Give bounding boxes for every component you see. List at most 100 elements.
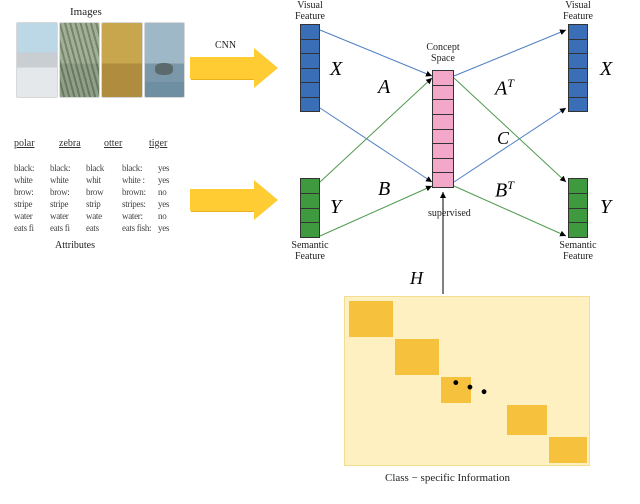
attribute-cell: no: [158, 210, 194, 222]
feature-cell: [568, 222, 588, 238]
class-name: otter: [104, 138, 149, 149]
attributes-heading: Attributes: [55, 240, 95, 251]
cnn-label: CNN: [215, 40, 236, 51]
feature-cell: [300, 82, 320, 98]
symbol-X: X: [600, 58, 612, 81]
attribute-cell: eats fi: [50, 222, 86, 234]
attribute-cell: black:: [50, 162, 86, 174]
attribute-cell: stripe: [14, 198, 50, 210]
symbol-Y: Y: [330, 196, 341, 219]
attribute-cell: stripe: [50, 198, 86, 210]
class-specific-label: Class − specific Information: [385, 472, 510, 484]
feature-cell: [300, 222, 320, 238]
feature-cell: [300, 24, 320, 40]
semantic-arrow: [190, 180, 278, 220]
semantic-feature-stack-right: [568, 178, 588, 238]
supervised-label: supervised: [428, 208, 471, 219]
feature-cell: [568, 82, 588, 98]
matrix-block: [507, 405, 547, 435]
feature-cell: [568, 39, 588, 55]
semantic-feature-stack-left: [300, 178, 320, 238]
semantic-feature-label: Semantic Feature: [288, 240, 332, 262]
cnn-arrow: [190, 48, 278, 88]
symbol-Y: Y: [600, 196, 611, 219]
attribute-cell: brow: [86, 186, 122, 198]
attribute-cell: brow:: [50, 186, 86, 198]
feature-cell: [300, 178, 320, 194]
attribute-cell: eats fi: [14, 222, 50, 234]
class-name: tiger: [149, 138, 194, 149]
feature-cell: [432, 143, 454, 159]
semantic-feature-label: Semantic Feature: [556, 240, 600, 262]
attribute-table: black:black:blackblack:yeswhitewhitewhit…: [14, 162, 194, 234]
class-name: polar: [14, 138, 59, 149]
symbol-C: C: [497, 128, 509, 149]
feature-cell: [432, 129, 454, 145]
class-name-row: polar zebra otter tiger: [14, 138, 194, 149]
feature-cell: [568, 178, 588, 194]
symbol-H: H: [410, 268, 423, 289]
feature-cell: [432, 172, 454, 188]
attribute-cell: yes: [158, 222, 194, 234]
attribute-cell: eats: [86, 222, 122, 234]
feature-cell: [432, 99, 454, 115]
symbol-A: A: [378, 76, 390, 99]
attribute-cell: black:: [122, 162, 158, 174]
feature-cell: [432, 158, 454, 174]
attribute-cell: yes: [158, 174, 194, 186]
visual-feature-stack-left: [300, 24, 320, 112]
attribute-cell: water: [50, 210, 86, 222]
sample-image: [144, 22, 186, 98]
feature-cell: [432, 85, 454, 101]
concept-space-label: Concept Space: [420, 42, 466, 64]
attribute-cell: whit: [86, 174, 122, 186]
feature-cell: [568, 68, 588, 84]
visual-feature-label: Visual Feature: [558, 0, 598, 22]
attribute-cell: brown:: [122, 186, 158, 198]
feature-cell: [568, 24, 588, 40]
attribute-cell: strip: [86, 198, 122, 210]
images-heading: Images: [70, 6, 102, 18]
attribute-cell: white :: [122, 174, 158, 186]
feature-cell: [300, 208, 320, 224]
attribute-cell: brow:: [14, 186, 50, 198]
attribute-cell: black:: [14, 162, 50, 174]
feature-cell: [568, 97, 588, 113]
feature-cell: [300, 39, 320, 55]
symbol-B-transpose: BT: [495, 178, 514, 203]
visual-feature-label: Visual Feature: [290, 0, 330, 22]
attribute-cell: water:: [122, 210, 158, 222]
feature-cell: [300, 97, 320, 113]
attribute-cell: white: [50, 174, 86, 186]
feature-cell: [568, 193, 588, 209]
feature-cell: [568, 208, 588, 224]
symbol-A-transpose: AT: [495, 76, 514, 101]
concept-space-stack: [432, 70, 454, 188]
attribute-cell: yes: [158, 162, 194, 174]
feature-cell: [300, 193, 320, 209]
sample-image: [101, 22, 143, 98]
visual-feature-stack-right: [568, 24, 588, 112]
attribute-cell: water: [14, 210, 50, 222]
class-name: zebra: [59, 138, 104, 149]
feature-cell: [300, 68, 320, 84]
symbol-B: B: [378, 178, 390, 201]
sample-image: [59, 22, 101, 98]
feature-cell: [432, 70, 454, 86]
feature-cell: [432, 114, 454, 130]
matrix-block: [549, 437, 587, 463]
feature-cell: [300, 53, 320, 69]
sample-image: [16, 22, 58, 98]
symbol-X: X: [330, 58, 342, 81]
sample-images: [16, 22, 186, 98]
matrix-block: [395, 339, 439, 375]
attribute-cell: yes: [158, 198, 194, 210]
attribute-cell: wate: [86, 210, 122, 222]
attribute-cell: eats fish:: [122, 222, 158, 234]
attribute-cell: black: [86, 162, 122, 174]
feature-cell: [568, 53, 588, 69]
attribute-cell: white: [14, 174, 50, 186]
attribute-cell: no: [158, 186, 194, 198]
matrix-block: [349, 301, 393, 337]
attribute-cell: stripes:: [122, 198, 158, 210]
